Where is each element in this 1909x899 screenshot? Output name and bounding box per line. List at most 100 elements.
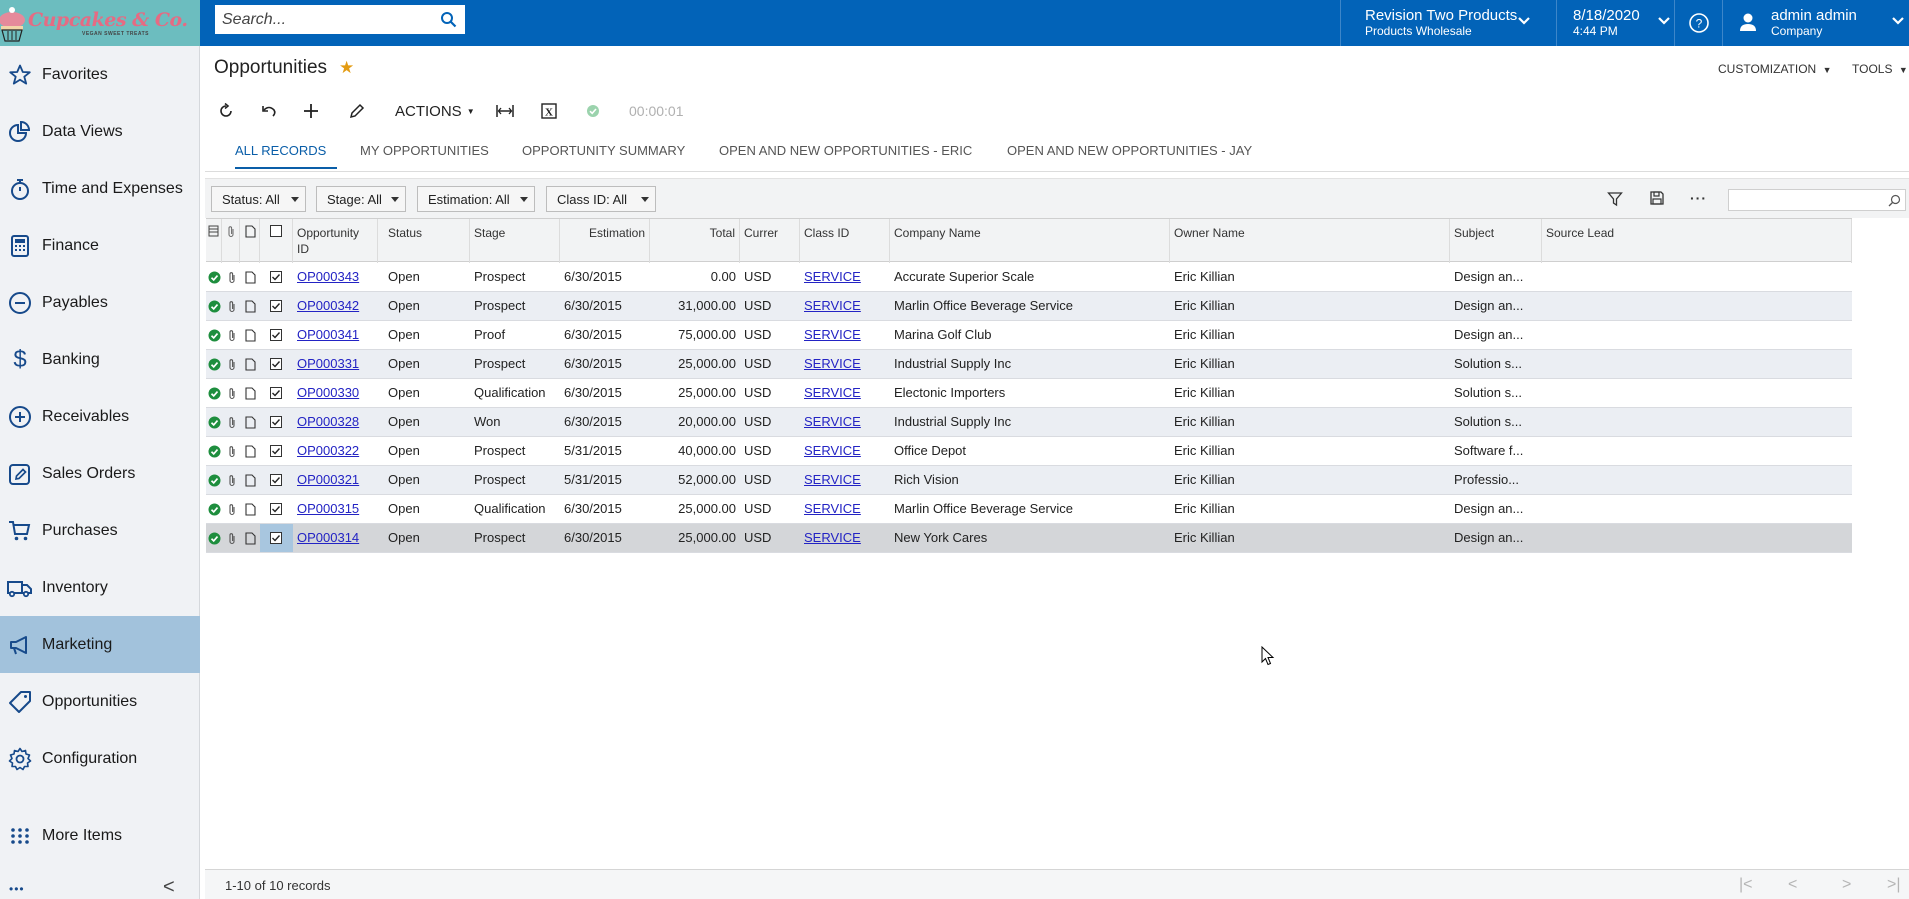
document-icon[interactable] (245, 271, 256, 284)
paperclip-icon[interactable] (227, 387, 237, 400)
tab-open-new-jay[interactable]: OPEN AND NEW OPPORTUNITIES - JAY (1007, 143, 1252, 169)
cell-opportunity-id[interactable]: OP000331 (297, 356, 359, 371)
next-page-icon[interactable]: > (1842, 876, 1851, 894)
row-checkbox-cell[interactable] (260, 379, 293, 407)
cell-opportunity-id[interactable]: OP000330 (297, 385, 359, 400)
sidebar-item-opportunities[interactable]: Opportunities (0, 673, 200, 730)
cell-opportunity-id[interactable]: OP000314 (297, 530, 359, 545)
attachment-header[interactable] (222, 219, 240, 263)
sidebar-item-payables[interactable]: Payables (0, 274, 200, 331)
user-menu[interactable]: admin admin Company (1722, 0, 1909, 46)
table-row[interactable]: OP000328 Open Won 6/30/2015 20,000.00 USD SERV… (206, 408, 1852, 437)
tab-opportunity-summary[interactable]: OPPORTUNITY SUMMARY (522, 143, 685, 169)
table-row[interactable]: OP000330 Open Qualification 6/30/2015 25,000… (206, 379, 1852, 408)
paperclip-icon[interactable] (227, 416, 237, 429)
column-header-estimation[interactable]: Estimation (560, 219, 650, 263)
column-header-total[interactable]: Total (650, 219, 740, 263)
fit-columns-button[interactable] (495, 98, 515, 124)
table-row[interactable]: OP000341 Open Proof 6/30/2015 75,000.00 USD SE… (206, 321, 1852, 350)
sidebar-item-marketing[interactable]: Marketing (0, 616, 200, 673)
column-header-status[interactable]: Status (384, 219, 470, 263)
row-checkbox-cell[interactable] (260, 263, 293, 291)
cell-opportunity-id[interactable]: OP000328 (297, 414, 359, 429)
refresh-button[interactable] (217, 98, 235, 124)
document-icon[interactable] (245, 387, 256, 400)
cell-opportunity-id[interactable]: OP000342 (297, 298, 359, 313)
favorite-star-icon[interactable]: ★ (339, 58, 354, 78)
cell-opportunity-id[interactable]: OP000343 (297, 269, 359, 284)
document-icon[interactable] (245, 474, 256, 487)
sidebar-item-favorites[interactable]: Favorites (0, 46, 200, 103)
paperclip-icon[interactable] (227, 474, 237, 487)
row-checkbox-cell[interactable] (260, 292, 293, 320)
row-checkbox-cell[interactable] (260, 321, 293, 349)
column-header-subject[interactable]: Subject (1450, 219, 1542, 263)
tools-menu[interactable]: TOOLS ▼ (1852, 62, 1908, 76)
document-icon[interactable] (245, 300, 256, 313)
grid-search-input[interactable] (1728, 189, 1906, 211)
cell-class-id[interactable]: SERVICE (804, 298, 861, 313)
previous-page-icon[interactable]: < (1788, 876, 1797, 894)
stage-filter[interactable]: Stage: All (316, 186, 406, 212)
cell-class-id[interactable]: SERVICE (804, 501, 861, 516)
table-row[interactable]: OP000322 Open Prospect 5/31/2015 40,000.00 US… (206, 437, 1852, 466)
row-checkbox-cell[interactable] (260, 437, 293, 465)
row-selector-header[interactable] (206, 219, 222, 263)
cell-class-id[interactable]: SERVICE (804, 414, 861, 429)
help-button[interactable]: ? (1674, 0, 1722, 46)
document-icon[interactable] (245, 532, 256, 545)
undo-button[interactable] (260, 98, 278, 124)
document-icon[interactable] (245, 416, 256, 429)
add-button[interactable] (302, 98, 320, 124)
edit-button[interactable] (348, 98, 366, 124)
paperclip-icon[interactable] (227, 445, 237, 458)
table-row[interactable]: OP000343 Open Prospect 6/30/2015 0.00 USD SERV… (206, 263, 1852, 292)
column-header-currency[interactable]: Currer (740, 219, 800, 263)
cell-opportunity-id[interactable]: OP000315 (297, 501, 359, 516)
more-options-icon[interactable]: ··· (1690, 190, 1707, 206)
table-row[interactable]: OP000331 Open Prospect 6/30/2015 25,000.00 US… (206, 350, 1852, 379)
row-checkbox-cell[interactable] (260, 495, 293, 523)
save-filter-icon[interactable] (1649, 190, 1665, 206)
cell-opportunity-id[interactable]: OP000341 (297, 327, 359, 342)
tab-my-opportunities[interactable]: MY OPPORTUNITIES (360, 143, 489, 169)
sidebar-item-finance[interactable]: Finance (0, 217, 200, 274)
paperclip-icon[interactable] (227, 503, 237, 516)
column-header-class-id[interactable]: Class ID (800, 219, 890, 263)
first-page-icon[interactable]: |< (1739, 876, 1753, 894)
cell-opportunity-id[interactable]: OP000321 (297, 472, 359, 487)
cell-class-id[interactable]: SERVICE (804, 472, 861, 487)
company-switcher[interactable]: Revision Two Products Products Wholesale (1340, 0, 1542, 46)
files-header[interactable] (240, 219, 260, 263)
search-icon[interactable] (440, 11, 457, 28)
customization-menu[interactable]: CUSTOMIZATION ▼ (1718, 62, 1832, 76)
paperclip-icon[interactable] (227, 271, 237, 284)
table-row[interactable]: OP000342 Open Prospect 6/30/2015 31,000.00 US… (206, 292, 1852, 321)
table-row[interactable]: OP000314 Open Prospect 6/30/2015 25,000.00 US… (206, 524, 1852, 553)
paperclip-icon[interactable] (227, 532, 237, 545)
brand-logo[interactable]: Cupcakes & Co. VEGAN SWEET TREATS (0, 0, 200, 46)
document-icon[interactable] (245, 445, 256, 458)
status-filter[interactable]: Status: All (211, 186, 306, 212)
column-header-company-name[interactable]: Company Name (890, 219, 1170, 263)
tab-open-new-eric[interactable]: OPEN AND NEW OPPORTUNITIES - ERIC (719, 143, 972, 169)
document-icon[interactable] (245, 503, 256, 516)
paperclip-icon[interactable] (227, 358, 237, 371)
search-input[interactable]: Search... (222, 11, 286, 29)
select-all-checkbox[interactable] (260, 219, 293, 263)
class-id-filter[interactable]: Class ID: All (546, 186, 656, 212)
cell-opportunity-id[interactable]: OP000322 (297, 443, 359, 458)
actions-menu[interactable]: ACTIONS ▼ (395, 98, 475, 124)
sidebar-item-time-and-expenses[interactable]: Time and Expenses (0, 160, 200, 217)
column-header-stage[interactable]: Stage (470, 219, 560, 263)
filter-icon[interactable] (1607, 191, 1623, 207)
cell-class-id[interactable]: SERVICE (804, 530, 861, 545)
date-time-switcher[interactable]: 8/18/2020 4:44 PM (1556, 0, 1674, 46)
estimation-filter[interactable]: Estimation: All (417, 186, 535, 212)
export-excel-button[interactable]: X (540, 98, 558, 124)
sidebar-more-items[interactable]: More Items (0, 807, 200, 864)
cell-class-id[interactable]: SERVICE (804, 443, 861, 458)
sidebar-item-purchases[interactable]: Purchases (0, 502, 200, 559)
column-header-source-lead[interactable]: Source Lead (1542, 219, 1852, 263)
ellipsis-icon[interactable]: ••• (9, 882, 25, 896)
